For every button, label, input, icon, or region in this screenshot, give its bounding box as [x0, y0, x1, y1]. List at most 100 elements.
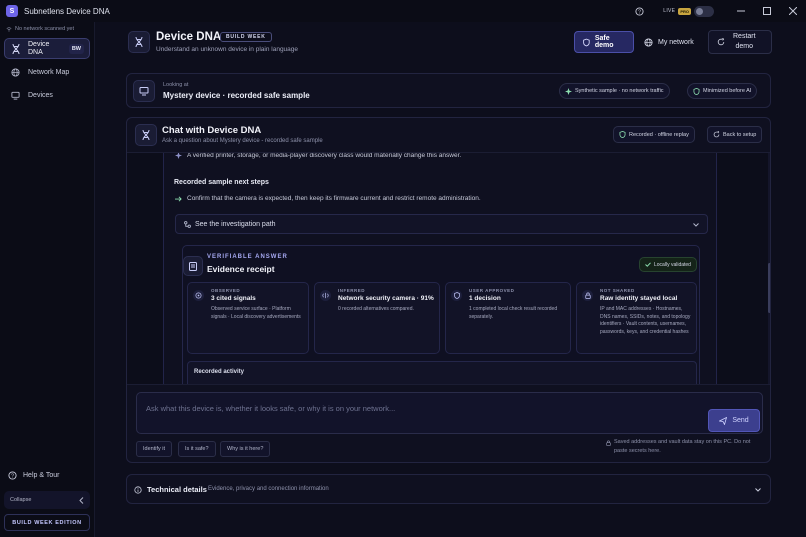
- my-network-button[interactable]: My network: [636, 31, 704, 53]
- send-button[interactable]: Send: [708, 409, 760, 432]
- build-week-badge: BW: [68, 43, 84, 54]
- scrollbar-thumb[interactable]: [768, 263, 770, 313]
- page-subtitle: Understand an unknown device in plain la…: [156, 46, 299, 53]
- shield-icon: [583, 38, 590, 46]
- inferred-stat-card: INFERRED Network security camera · 91% 0…: [314, 282, 440, 354]
- chevron-left-icon: [79, 496, 84, 504]
- help-label: Help & Tour: [23, 471, 60, 479]
- privacy-note-line2: paste secrets here.: [614, 448, 661, 454]
- build-week-badge: BUILD WEEK: [220, 32, 272, 42]
- chat-title: Chat with Device DNA: [162, 125, 262, 136]
- technical-details-subtitle: Evidence, privacy and connection informa…: [208, 486, 329, 492]
- sparkle-icon: [565, 87, 572, 95]
- safe-demo-button[interactable]: Safe demo: [574, 31, 634, 53]
- stat-value: 3 cited signals: [211, 295, 256, 302]
- shield-icon: [693, 87, 700, 95]
- locally-validated-badge: Locally validated: [639, 257, 697, 272]
- monitor-icon: [133, 80, 155, 102]
- dna-icon: [135, 124, 157, 146]
- help-circle-icon[interactable]: ?: [629, 6, 649, 16]
- message-area: A verified printer, storage, or media-pl…: [127, 152, 770, 385]
- stat-desc: 0 recorded alternatives compared.: [338, 306, 414, 312]
- next-step-item: Confirm that the camera is expected, the…: [187, 195, 481, 202]
- help-and-tour[interactable]: ? Help & Tour: [0, 465, 94, 485]
- dna-icon: [12, 43, 20, 54]
- pro-badge: PRO: [678, 7, 691, 15]
- not-shared-stat-card: NOT SHARED Raw identity stayed local IP …: [576, 282, 697, 354]
- technical-details-toggle[interactable]: Technical details Evidence, privacy and …: [126, 474, 771, 504]
- stat-desc: IP and MAC addresses · Hostnames, DNS na…: [600, 306, 691, 335]
- sidebar-item-label: Device DNA: [28, 41, 50, 56]
- network-status-text: No network scanned yet: [15, 26, 75, 32]
- maximize-icon[interactable]: [754, 0, 780, 22]
- suggestion-chip[interactable]: Why is it here?: [220, 441, 271, 457]
- globe-icon: [11, 67, 20, 77]
- stat-label: OBSERVED: [211, 288, 241, 293]
- send-icon: [719, 416, 728, 425]
- recorded-activity-panel: Recorded activity: [187, 361, 697, 384]
- collapse-label: Collapse: [10, 497, 32, 503]
- lock-icon: [606, 440, 611, 446]
- receipt-title: Evidence receipt: [207, 264, 275, 274]
- locally-validated-text: Locally validated: [654, 261, 691, 268]
- app-title: Subnetlens Device DNA: [24, 6, 110, 16]
- looking-at-label: Looking at: [163, 82, 189, 88]
- info-icon: [134, 486, 142, 494]
- wifi-off-icon: [6, 27, 12, 32]
- monitor-icon: [11, 91, 20, 100]
- app-logo: S: [6, 5, 18, 17]
- back-to-setup-label: Back to setup: [723, 131, 757, 138]
- suggestion-chip[interactable]: Is it safe?: [178, 441, 216, 457]
- stat-value: Raw identity stayed local: [600, 295, 678, 302]
- collapse-button[interactable]: Collapse: [4, 491, 90, 509]
- sidebar: No network scanned yet Device DNA BW Net…: [0, 22, 94, 537]
- observed-stat-card: OBSERVED 3 cited signals Observed servic…: [187, 282, 309, 354]
- sidebar-item-label: Devices: [28, 91, 53, 99]
- sidebar-item-label: Network Map: [28, 68, 70, 76]
- sidebar-item-device-dna[interactable]: Device DNA BW: [4, 38, 90, 59]
- chat-card: Chat with Device DNA Ask a question abou…: [126, 117, 771, 463]
- stat-value: Network security camera · 91%: [338, 295, 434, 302]
- chevron-down-icon: [755, 488, 761, 492]
- title-bar: S Subnetlens Device DNA ? LIVE PRO: [0, 0, 806, 22]
- offline-replay-text: Recorded · offline replay: [629, 131, 689, 138]
- globe-icon: [644, 37, 653, 47]
- stat-label: INFERRED: [338, 288, 366, 293]
- next-steps-heading: Recorded sample next steps: [174, 179, 269, 186]
- live-toggle[interactable]: [694, 5, 714, 17]
- evidence-receipt: VERIFIABLE ANSWER Evidence receipt Local…: [182, 245, 700, 384]
- restart-demo-button[interactable]: Restart demo: [708, 30, 772, 54]
- restart-label-line1: Restart: [733, 33, 756, 40]
- answer-line: A verified printer, storage, or media-pl…: [187, 152, 462, 159]
- suggestion-chip[interactable]: Identify it: [136, 441, 173, 457]
- looking-at-card: Looking at Mystery device · recorded saf…: [126, 73, 771, 108]
- svg-text:?: ?: [638, 9, 641, 15]
- lock-icon: [582, 290, 593, 301]
- send-label: Send: [732, 417, 749, 424]
- minimized-pill: Minimized before AI: [687, 83, 758, 99]
- chat-input-box[interactable]: Ask what this device is, whether it look…: [136, 392, 763, 434]
- restart-icon: [713, 131, 720, 138]
- offline-replay-pill: Recorded · offline replay: [613, 126, 695, 143]
- arrow-right-icon: [175, 196, 182, 202]
- looking-at-value: Mystery device · recorded safe sample: [163, 91, 310, 100]
- stat-desc: 1 completed local check result recorded …: [469, 306, 558, 320]
- sidebar-item-network-map[interactable]: Network Map: [4, 61, 90, 83]
- signal-icon: [175, 153, 182, 159]
- close-icon[interactable]: [780, 0, 806, 22]
- stat-label: USER APPROVED: [469, 288, 515, 293]
- path-icon: [184, 221, 191, 228]
- minimize-icon[interactable]: [728, 0, 754, 22]
- user-approved-stat-card: USER APPROVED 1 decision 1 completed loc…: [445, 282, 571, 354]
- chevron-down-icon: [693, 223, 699, 227]
- synthetic-sample-text: Synthetic sample · no network traffic: [575, 88, 664, 94]
- check-icon: [645, 262, 651, 267]
- sidebar-item-devices[interactable]: Devices: [4, 84, 90, 106]
- back-to-setup-button[interactable]: Back to setup: [707, 126, 763, 143]
- restart-label-line2: demo: [735, 43, 754, 50]
- safe-demo-label: Safe demo: [594, 35, 614, 49]
- edition-badge: BUILD WEEK EDITION: [4, 514, 90, 531]
- investigation-path-toggle[interactable]: See the investigation path: [175, 214, 708, 234]
- brain-icon: [320, 290, 331, 301]
- investigation-path-label: See the investigation path: [195, 220, 276, 228]
